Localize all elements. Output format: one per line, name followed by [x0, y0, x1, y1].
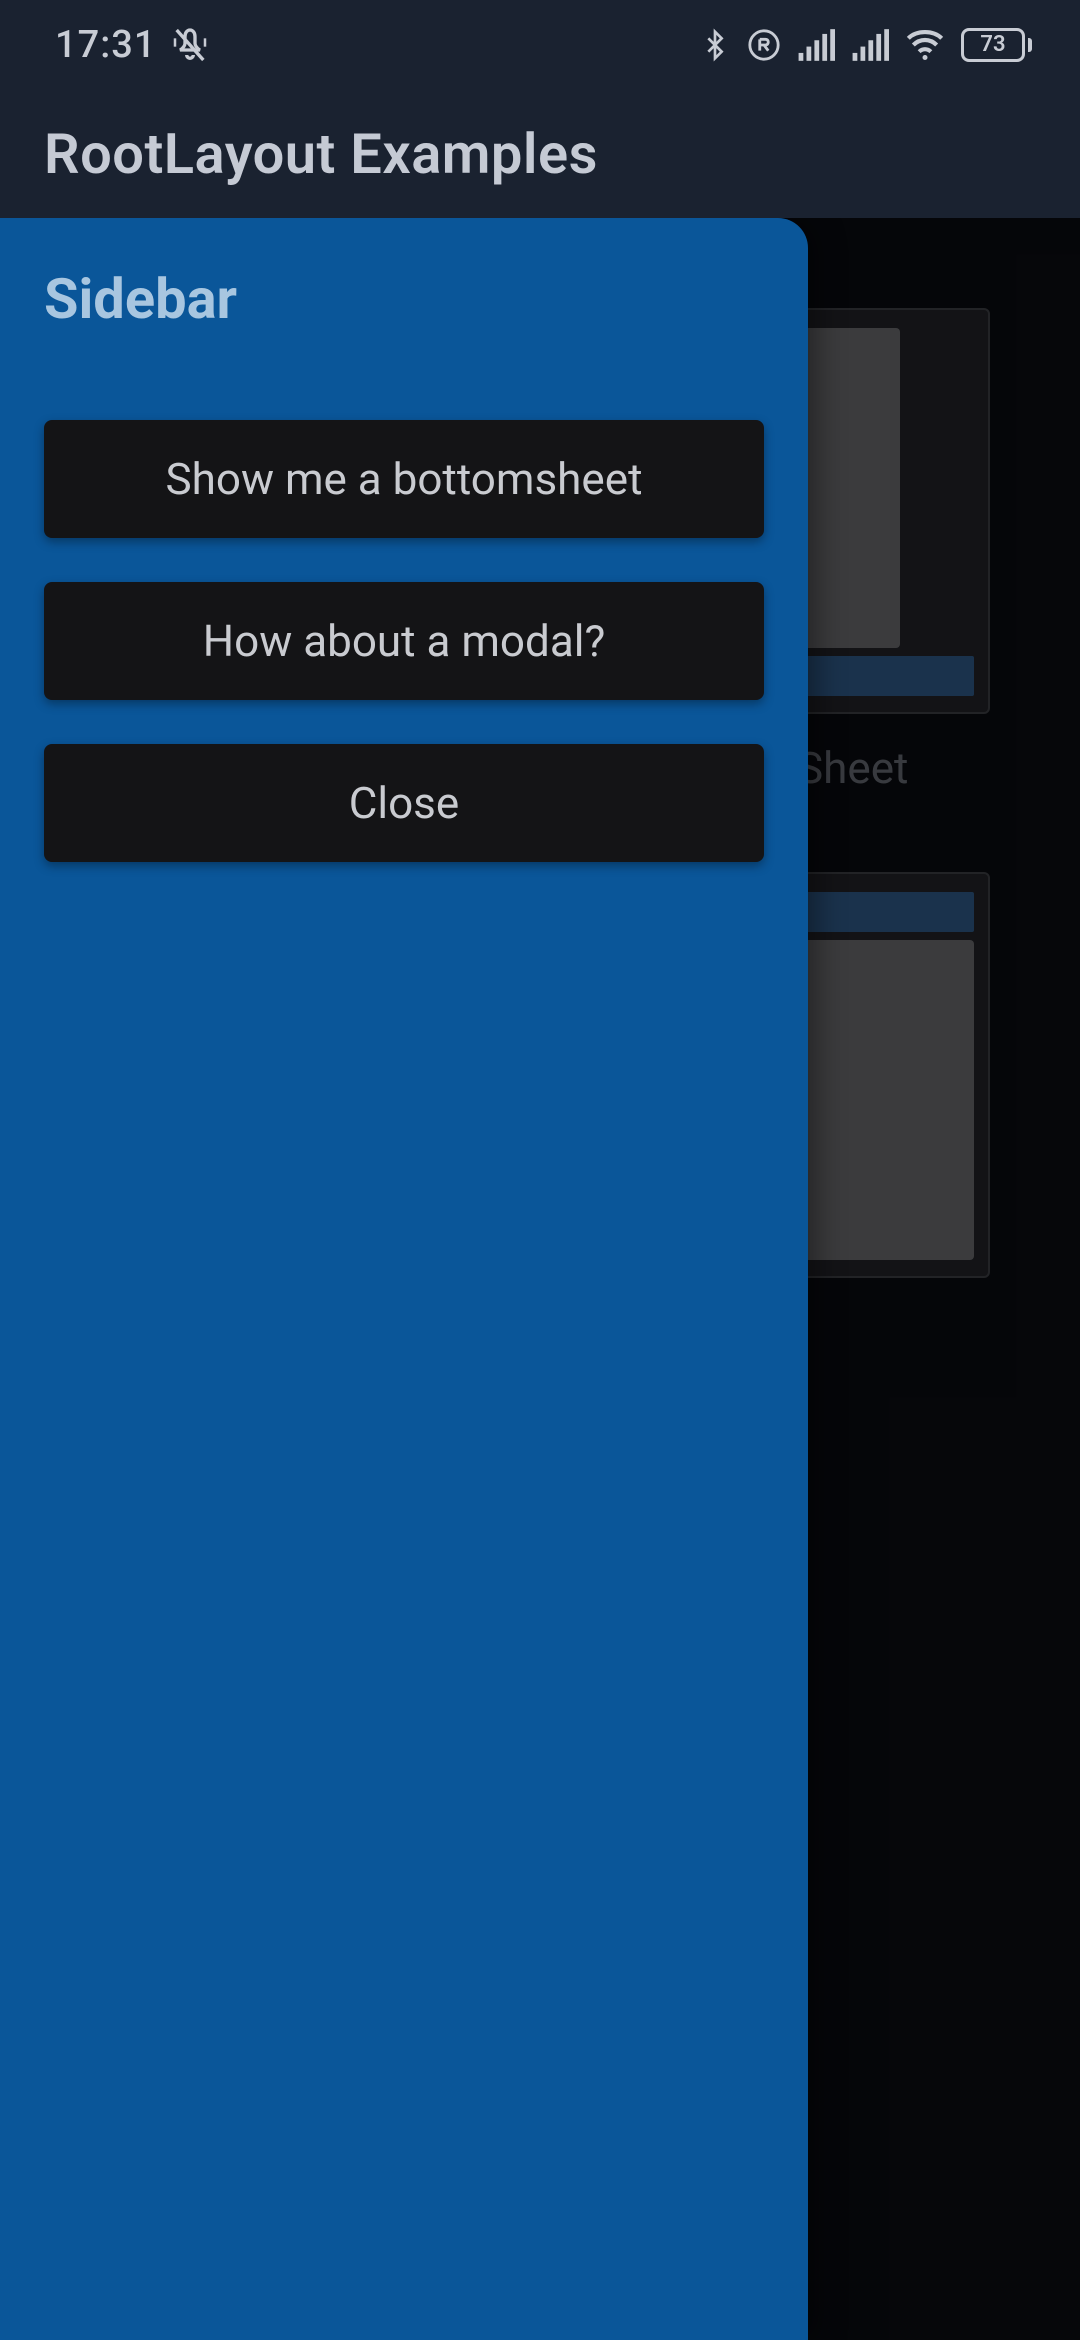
- status-bar: 17:31: [0, 0, 1080, 90]
- status-time: 17:31: [55, 23, 156, 67]
- show-modal-button[interactable]: How about a modal?: [44, 582, 764, 700]
- app-bar: RootLayout Examples: [0, 90, 1080, 218]
- bluetooth-icon: [699, 25, 731, 65]
- close-button-label: Close: [349, 777, 459, 829]
- battery-percent: 73: [980, 34, 1005, 56]
- signal-1-icon: [797, 28, 835, 62]
- registered-icon: [747, 28, 781, 62]
- status-right: 73: [699, 25, 1025, 65]
- battery-icon: 73: [961, 28, 1025, 62]
- show-bottomsheet-button[interactable]: Show me a bottomsheet: [44, 420, 764, 538]
- mute-icon: [170, 25, 210, 65]
- sidebar-title: Sidebar: [44, 266, 764, 332]
- status-left: 17:31: [55, 23, 210, 67]
- app-title: RootLayout Examples: [44, 121, 598, 187]
- show-modal-label: How about a modal?: [203, 615, 606, 667]
- wifi-icon: [905, 28, 945, 62]
- signal-2-icon: [851, 28, 889, 62]
- sidebar-drawer: Sidebar Show me a bottomsheet How about …: [0, 218, 808, 2340]
- show-bottomsheet-label: Show me a bottomsheet: [166, 453, 643, 505]
- close-button[interactable]: Close: [44, 744, 764, 862]
